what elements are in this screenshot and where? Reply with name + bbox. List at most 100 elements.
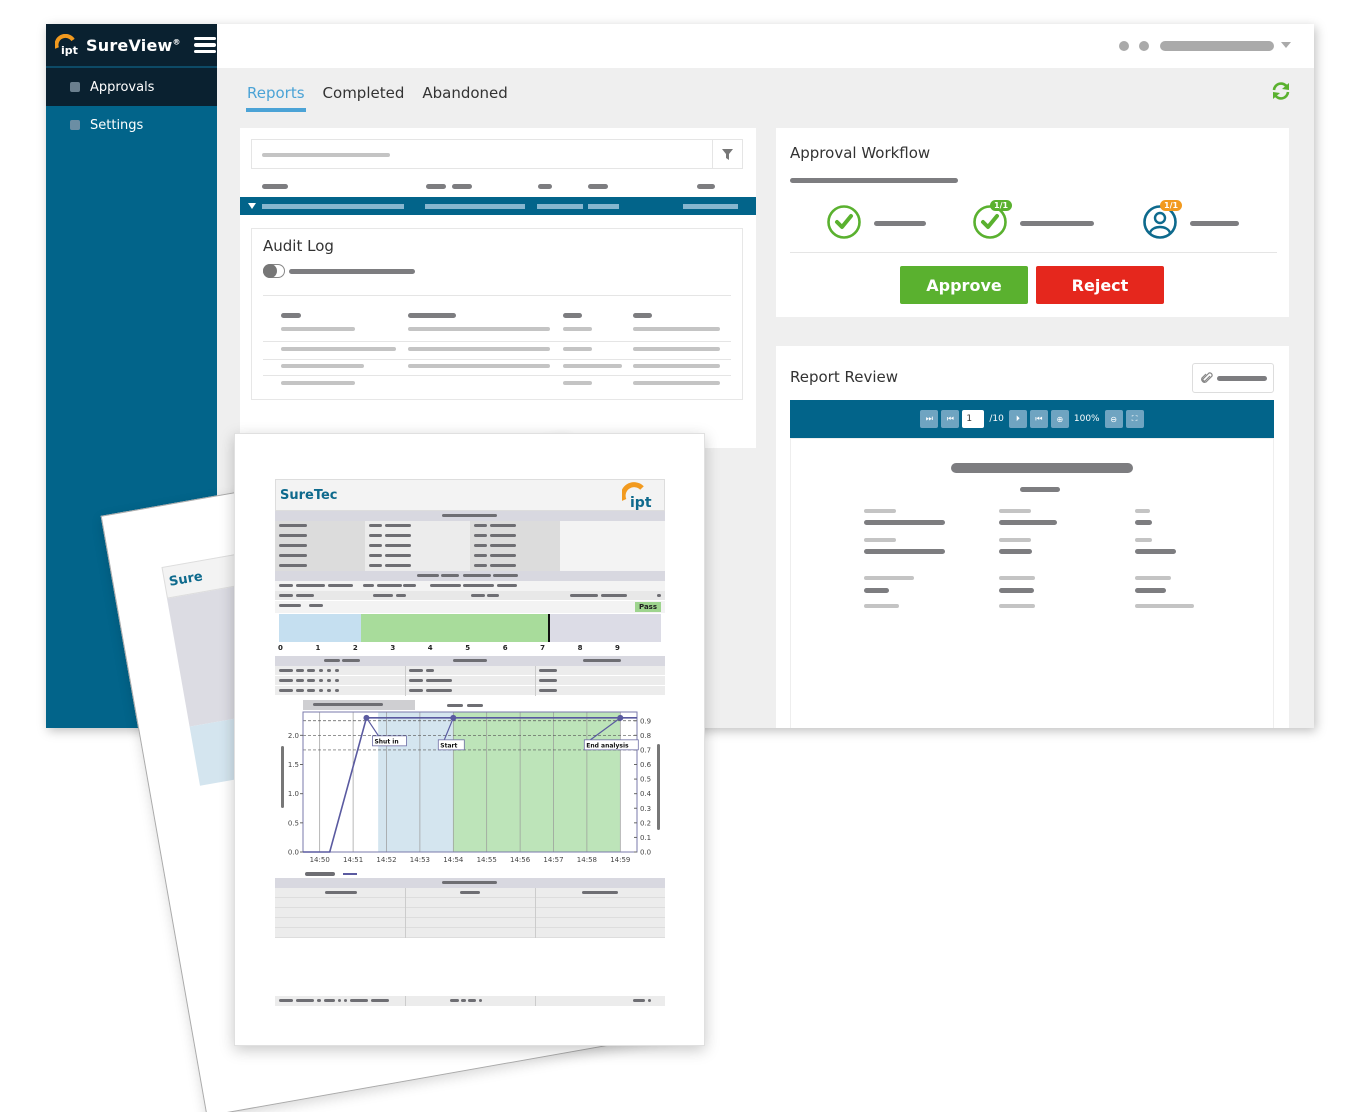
refresh-icon[interactable]: [1270, 80, 1292, 102]
workflow-step[interactable]: [826, 204, 862, 240]
column-header[interactable]: [538, 184, 552, 189]
zoom-in-icon[interactable]: ⊕: [1050, 410, 1069, 428]
report-review-title: Report Review: [790, 368, 899, 386]
legend-label-placeholder: [305, 872, 335, 876]
text-placeholder: [490, 564, 516, 567]
text-placeholder: [279, 554, 307, 557]
hamburger-menu-icon[interactable]: [193, 36, 216, 54]
text-placeholder: [601, 594, 627, 597]
text-placeholder: [338, 999, 341, 1002]
next-page-icon[interactable]: ⏵: [1008, 410, 1027, 428]
table-row: [275, 561, 665, 571]
table-cell: [535, 918, 536, 928]
ipt-logo-icon: ipt: [622, 482, 652, 510]
brand-header: ipt SureView®: [46, 24, 217, 68]
sidebar-item-approvals[interactable]: Approvals: [46, 68, 217, 106]
text-placeholder: [327, 689, 331, 692]
table-row-selected[interactable]: [240, 197, 756, 215]
table-cell: [535, 666, 536, 676]
text-placeholder: [296, 584, 325, 587]
annotation-point: [450, 714, 457, 721]
zoom-out-icon[interactable]: ⊖: [1104, 410, 1123, 428]
y-left-axis-label: [281, 746, 284, 808]
table-cell: [535, 928, 536, 938]
status-dot-icon[interactable]: [1139, 41, 1149, 51]
y-left-tick-label: 0.5: [288, 819, 299, 827]
chevron-down-icon[interactable]: [1281, 42, 1291, 48]
text-placeholder: [385, 544, 411, 547]
status-dot-icon[interactable]: [1119, 41, 1129, 51]
text-placeholder: [279, 534, 307, 537]
table-row: [275, 581, 665, 591]
text-placeholder: [363, 584, 374, 587]
first-page-icon[interactable]: ⏭: [920, 410, 939, 428]
tab-completed[interactable]: Completed: [322, 84, 406, 112]
text-placeholder: [371, 999, 389, 1002]
column-header[interactable]: [262, 184, 288, 189]
text-placeholder: [487, 594, 499, 597]
workflow-step[interactable]: 1/1: [972, 200, 1013, 240]
caret-down-icon[interactable]: [248, 203, 256, 209]
tab-abandoned[interactable]: Abandoned: [421, 84, 508, 112]
table-cell: [405, 666, 406, 676]
text-placeholder: [539, 689, 557, 692]
search-input[interactable]: [251, 139, 743, 169]
text-placeholder: [490, 544, 516, 547]
previous-page-icon[interactable]: ⏮: [941, 410, 960, 428]
text-placeholder: [474, 564, 487, 567]
text-placeholder: [369, 564, 382, 567]
report-page-front: SureTec ipt Pass 0123456789 14:50 14:51 14…: [234, 433, 705, 1046]
text-placeholder: [369, 524, 382, 527]
table-cell: [560, 561, 665, 571]
last-page-icon[interactable]: ⏮: [1029, 410, 1048, 428]
text-placeholder: [377, 584, 402, 587]
tab-reports[interactable]: Reports: [246, 84, 306, 112]
y-right-tick-label: 0.6: [640, 761, 652, 769]
text-placeholder: [474, 554, 487, 557]
user-name-placeholder[interactable]: [1160, 41, 1274, 51]
approval-workflow-title: Approval Workflow: [790, 144, 931, 162]
text-placeholder: [468, 999, 476, 1002]
scale-tick-label: 8: [577, 644, 583, 652]
scale-tick-label: 4: [427, 644, 433, 652]
pdf-document-preview: [790, 438, 1274, 728]
text-placeholder: [279, 594, 293, 597]
page-number-input[interactable]: 1: [962, 410, 985, 428]
text-placeholder: [657, 594, 661, 597]
approve-button[interactable]: Approve: [900, 266, 1028, 304]
y-left-tick-label: 1.5: [288, 761, 299, 769]
table-cell: [405, 676, 406, 686]
table-cell: [535, 908, 536, 918]
table-cell: [405, 898, 406, 908]
text-placeholder: [279, 679, 293, 682]
table-cell: [535, 898, 536, 908]
reject-button[interactable]: Reject: [1036, 266, 1164, 304]
text-placeholder: [474, 524, 487, 527]
text-placeholder: [327, 669, 331, 672]
y-right-tick-label: 0.2: [640, 819, 651, 827]
text-placeholder: [426, 669, 434, 672]
text-placeholder: [344, 999, 347, 1002]
x-tick-label: 14:56: [510, 856, 531, 864]
workflow-step[interactable]: 1/1: [1142, 200, 1183, 240]
audit-log-toggle[interactable]: [263, 264, 285, 278]
text-placeholder: [319, 689, 323, 692]
text-placeholder: [369, 554, 382, 557]
y-right-tick-label: 0.5: [640, 776, 651, 784]
fullscreen-icon[interactable]: ⛶: [1125, 410, 1144, 428]
table-row: [275, 888, 665, 898]
shaded-region: [453, 712, 621, 852]
text-placeholder: [296, 679, 304, 682]
column-header[interactable]: [452, 184, 472, 189]
text-placeholder: [583, 659, 621, 662]
column-header[interactable]: [697, 184, 715, 189]
step-count-badge: 1/1: [1160, 200, 1183, 211]
filter-button[interactable]: [712, 140, 742, 168]
sidebar-item-label: Approvals: [90, 79, 155, 95]
column-header[interactable]: [588, 184, 608, 189]
attachment-button[interactable]: [1192, 363, 1274, 393]
sidebar-item-settings[interactable]: Settings: [46, 106, 217, 144]
column-header[interactable]: [426, 184, 446, 189]
table-row: [275, 541, 665, 551]
y-left-tick-label: 1.0: [288, 790, 299, 798]
